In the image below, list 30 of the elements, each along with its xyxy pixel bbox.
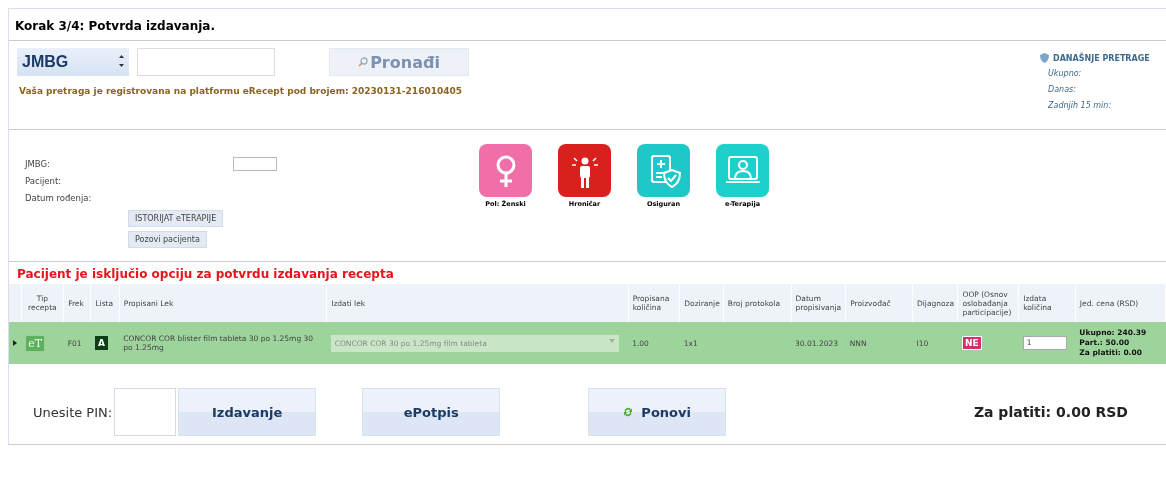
refresh-icon xyxy=(623,407,634,417)
prescription-type-icon: eT xyxy=(25,334,45,352)
pin-label: Unesite PIN: xyxy=(33,404,113,420)
search-icon xyxy=(358,57,369,67)
dropdown-caret-icon xyxy=(608,338,615,343)
exemption-badge: NE xyxy=(962,336,982,350)
field-label: Datum rođenja: xyxy=(25,192,93,203)
field-label: JMBG: xyxy=(25,158,51,169)
search-type-select[interactable]: JMBG xyxy=(17,48,129,76)
stat-label: Ukupno: xyxy=(1047,69,1083,78)
total-to-pay: Za platiti: 0.00 RSD xyxy=(973,404,1128,420)
stat-label: Danas: xyxy=(1047,85,1077,94)
action-button[interactable]: ePotpis xyxy=(362,388,501,436)
step-title: Korak 3/4: Potvrda izdavanja. xyxy=(9,8,1166,41)
search-input-field[interactable] xyxy=(137,48,275,76)
action-button[interactable]: Ponovi xyxy=(588,388,727,436)
pin-field[interactable] xyxy=(114,388,177,436)
warning-message: Pacijent je isključio opciju za potvrdu izdavanja recepta xyxy=(16,266,395,283)
today-searches-title: DANAŠNJE PRETRAGE xyxy=(1053,53,1150,63)
stat-label: Zadnjih 15 min: xyxy=(1047,101,1113,110)
shield-icon xyxy=(1040,53,1049,63)
action-button[interactable]: Izdavanje xyxy=(178,388,317,436)
spinner-arrows-icon xyxy=(119,55,124,67)
jmbg-field[interactable] xyxy=(233,156,277,171)
list-badge: A xyxy=(94,336,108,350)
patient-button[interactable]: Pozovi pacijenta xyxy=(128,231,207,248)
field-label: Pacijent: xyxy=(25,175,63,186)
patient-button[interactable]: ISTORIJAT eTERAPIJE xyxy=(128,210,224,227)
registration-message: Vaša pretraga je registrovana na platformu eRecept pod brojem: 20230131-216010405 xyxy=(18,86,463,96)
expand-arrow-icon xyxy=(13,339,17,346)
